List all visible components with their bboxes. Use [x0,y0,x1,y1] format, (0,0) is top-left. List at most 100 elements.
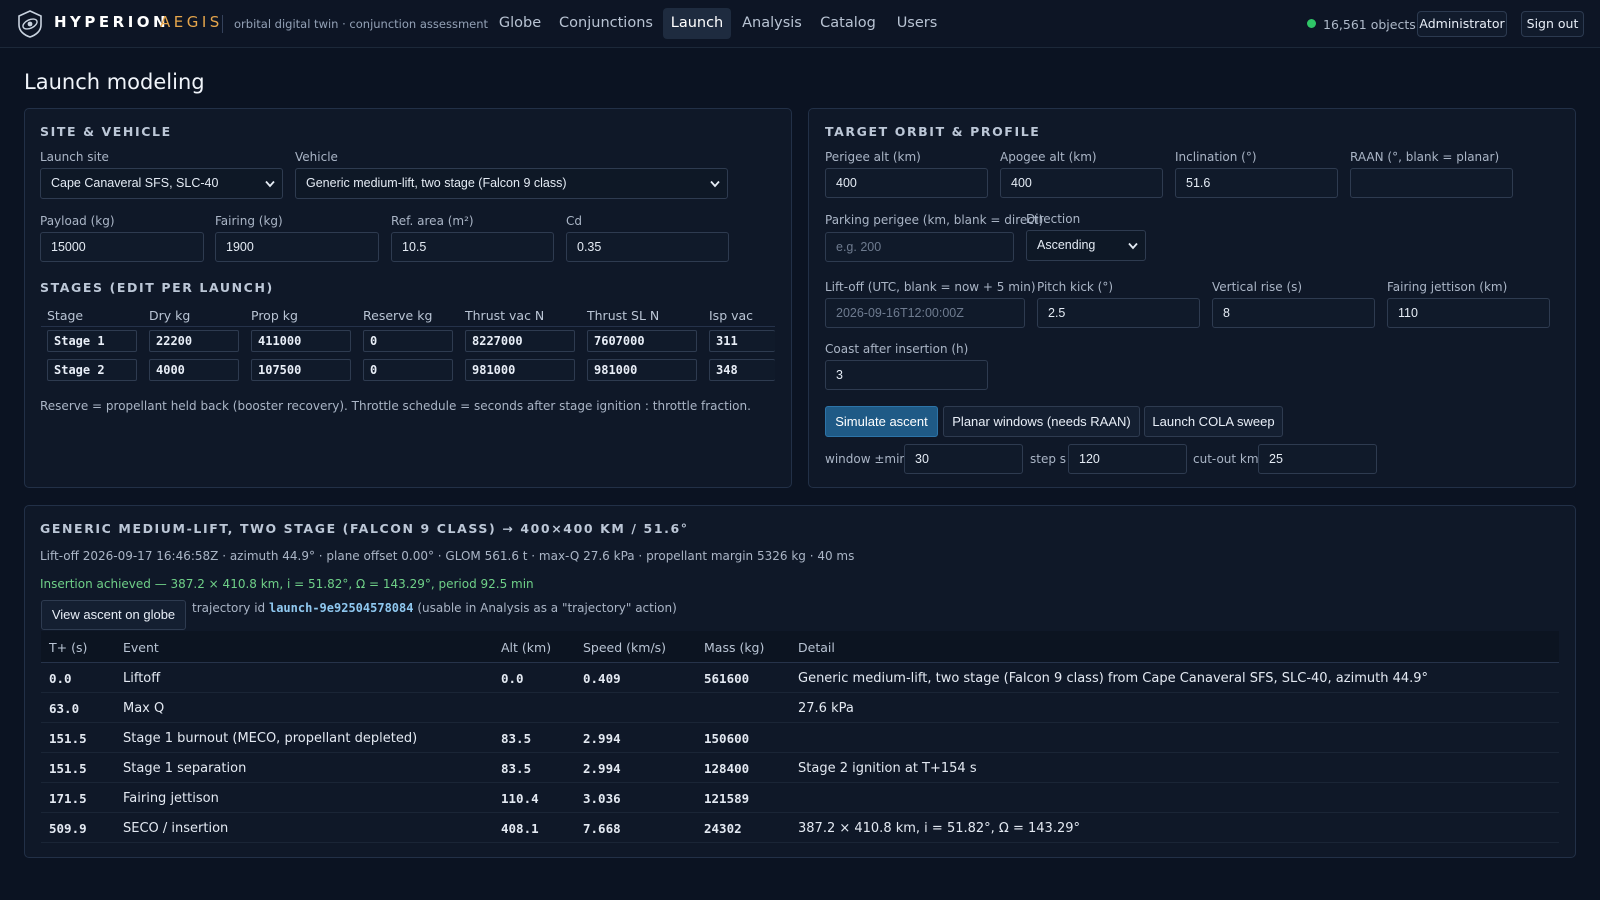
payload-input[interactable]: 15000 [40,232,204,262]
inclination-label: Inclination (°) [1175,150,1257,164]
event-alt-cell: 0.0 [501,671,524,686]
insertion-status: Insertion achieved — 387.2 × 410.8 km, i… [40,577,534,591]
step-label: step s [1030,452,1067,466]
perigee-input[interactable]: 400 [825,168,988,198]
simulate-ascent-button[interactable]: Simulate ascent [825,406,938,437]
stage-2-dry-input[interactable]: 4000 [149,359,239,381]
direction-label: Direction [1026,212,1081,226]
stage-2-isp-input[interactable]: 348 [709,359,775,381]
event-time-cell: 0.0 [49,671,72,686]
stage-1-name-input[interactable]: Stage 1 [47,330,137,352]
result-summary: Lift-off 2026-09-17 16:46:58Z · azimuth … [40,549,855,563]
raan-input[interactable] [1350,168,1513,198]
event-time-cell: 151.5 [49,731,87,746]
window-input[interactable]: 30 [904,444,1023,474]
stage-1-isp-input[interactable]: 311 [709,330,775,352]
parking-perigee-input[interactable]: e.g. 200 [825,232,1014,262]
step-input[interactable]: 120 [1068,444,1187,474]
ref-area-label: Ref. area (m²) [391,214,474,228]
top-bar: HYPERION AEGIS orbital digital twin · co… [0,0,1600,48]
event-alt-cell: 83.5 [501,761,532,776]
chevron-down-icon [710,180,720,188]
sign-out-button[interactable]: Sign out [1521,11,1584,37]
site-vehicle-title: SITE & VEHICLE [40,124,172,139]
event-event-cell: SECO / insertion [123,821,229,836]
liftoff-input[interactable]: 2026-09-16T12:00:00Z [825,298,1025,328]
stage-2-name-input[interactable]: Stage 2 [47,359,137,381]
stage-2-reserve-input[interactable]: 0 [363,359,453,381]
event-alt-cell: 83.5 [501,731,532,746]
launch-site-select[interactable]: Cape Canaveral SFS, SLC-40 [40,168,283,199]
event-event-cell: Liftoff [123,671,161,686]
stage-1-prop-input[interactable]: 411000 [251,330,351,352]
user-menu-button[interactable]: Administrator [1417,11,1507,37]
stage-2-thrust-vac-input[interactable]: 981000 [465,359,575,381]
chevron-down-icon [265,180,275,188]
nav-globe[interactable]: Globe [488,8,552,39]
stage-1-dry-input[interactable]: 22200 [149,330,239,352]
vehicle-label: Vehicle [295,150,338,164]
event-speed-cell: 2.994 [583,761,621,776]
cutout-input[interactable]: 25 [1258,444,1377,474]
stages-col-reserve: Reserve kg [363,308,433,323]
planar-windows-button[interactable]: Planar windows (needs RAAN) [943,406,1140,437]
stages-col-prop: Prop kg [251,308,298,323]
brand-name: HYPERION [54,13,170,31]
nav-users[interactable]: Users [888,8,946,39]
event-mass-cell: 128400 [704,761,750,776]
brand-divider [222,15,223,33]
pitch-kick-label: Pitch kick (°) [1037,280,1114,294]
window-label: window ±min [825,452,908,466]
pitch-kick-input[interactable]: 2.5 [1037,298,1200,328]
ref-area-input[interactable]: 10.5 [391,232,554,262]
event-speed-cell: 3.036 [583,791,621,806]
stages-col-thrust-sl: Thrust SL N [587,308,660,323]
satellite-eye-icon[interactable] [17,10,43,38]
event-detail-cell: 27.6 kPa [798,701,854,716]
event-event-cell: Fairing jettison [123,791,219,806]
event-event-cell: Stage 1 separation [123,761,247,776]
vertical-rise-label: Vertical rise (s) [1212,280,1303,294]
vehicle-select[interactable]: Generic medium-lift, two stage (Falcon 9… [295,168,728,199]
events-col-mass: Mass (kg) [704,640,765,655]
event-alt-cell: 110.4 [501,791,539,806]
payload-label: Payload (kg) [40,214,115,228]
inclination-input[interactable]: 51.6 [1175,168,1338,198]
stage-1-thrust-vac-input[interactable]: 8227000 [465,330,575,352]
event-mass-cell: 121589 [704,791,750,806]
stage-2-thrust-sl-input[interactable]: 981000 [587,359,697,381]
launch-cola-sweep-button[interactable]: Launch COLA sweep [1144,406,1283,437]
events-col-alt: Alt (km) [501,640,552,655]
cd-input[interactable]: 0.35 [566,232,729,262]
event-speed-cell: 0.409 [583,671,621,686]
fairing-input[interactable]: 1900 [215,232,379,262]
events-col-time: T+ (s) [49,640,88,655]
view-ascent-button[interactable]: View ascent on globe [41,600,186,630]
event-mass-cell: 561600 [704,671,750,686]
trajectory-prefix: trajectory id [192,601,266,615]
apogee-input[interactable]: 400 [1000,168,1163,198]
object-count: 16,561 objects [1323,17,1416,32]
coast-input[interactable]: 3 [825,360,988,390]
nav-conjunctions[interactable]: Conjunctions [556,8,656,39]
brand-accent: AEGIS [160,13,223,31]
nav-launch[interactable]: Launch [663,8,731,39]
event-time-cell: 171.5 [49,791,87,806]
events-col-speed: Speed (km/s) [583,640,667,655]
stage-1-thrust-sl-input[interactable]: 7607000 [587,330,697,352]
event-speed-cell: 2.994 [583,731,621,746]
fairing-jettison-input[interactable]: 110 [1387,298,1550,328]
stages-title: STAGES (EDIT PER LAUNCH) [40,280,274,295]
direction-select[interactable]: Ascending [1026,230,1146,261]
event-event-cell: Max Q [123,701,165,716]
event-time-cell: 63.0 [49,701,80,716]
nav-catalog[interactable]: Catalog [814,8,882,39]
event-alt-cell: 408.1 [501,821,539,836]
stage-1-reserve-input[interactable]: 0 [363,330,453,352]
stages-col-stage: Stage [47,308,84,323]
event-event-cell: Stage 1 burnout (MECO, propellant deplet… [123,731,418,746]
stage-2-prop-input[interactable]: 107500 [251,359,351,381]
trajectory-id[interactable]: launch-9e92504578084 [269,601,414,615]
vertical-rise-input[interactable]: 8 [1212,298,1375,328]
nav-analysis[interactable]: Analysis [737,8,807,39]
